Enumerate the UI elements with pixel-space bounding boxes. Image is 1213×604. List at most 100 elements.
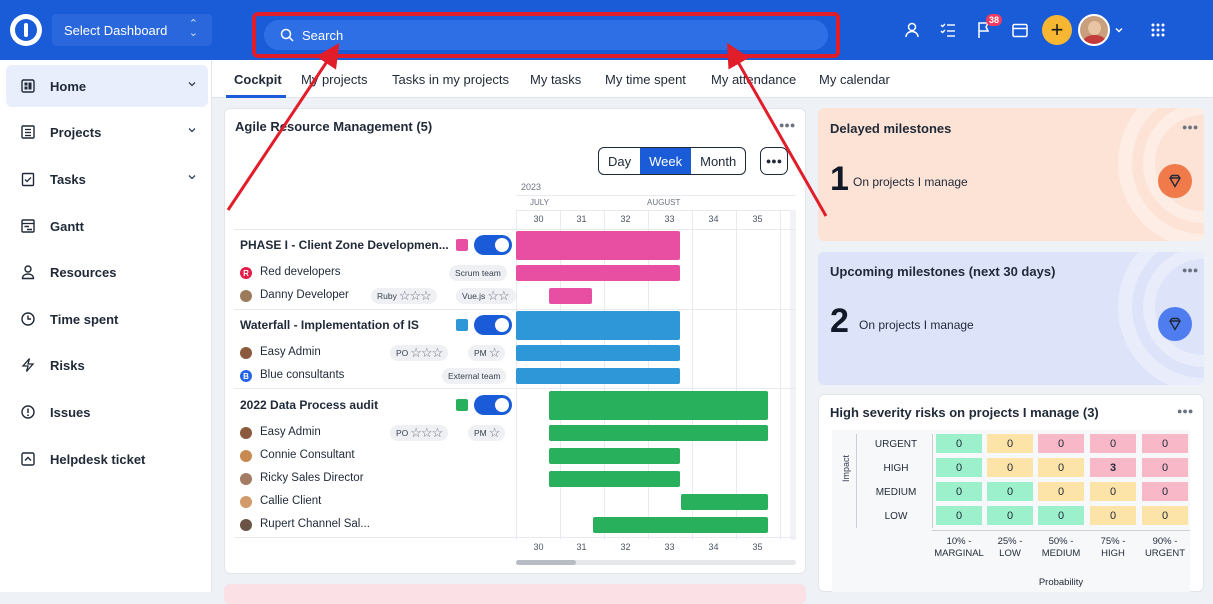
timeline-year: 2023 <box>521 182 542 192</box>
view-week-button[interactable]: Week <box>640 148 692 174</box>
risk-cell[interactable]: 0 <box>1038 458 1084 477</box>
resources-icon <box>21 265 35 280</box>
search-input[interactable]: Search <box>264 20 828 50</box>
avatar[interactable] <box>1078 14 1110 46</box>
tab-my-tasks[interactable]: My tasks <box>530 72 581 87</box>
risk-cell[interactable]: 0 <box>987 482 1033 501</box>
project-toggle[interactable] <box>474 235 512 255</box>
divider <box>932 434 933 528</box>
sidebar-item-home[interactable]: Home <box>6 65 208 107</box>
sidebar-item-tasks[interactable]: Tasks <box>6 158 208 200</box>
risk-cell[interactable]: 0 <box>1142 434 1188 453</box>
view-month-button[interactable]: Month <box>691 148 745 174</box>
resource-tag: Scrum team <box>449 265 507 281</box>
tab-cockpit[interactable]: Cockpit <box>234 72 282 87</box>
risk-cell[interactable]: 0 <box>1038 482 1084 501</box>
project-name[interactable]: Waterfall - Implementation of IS <box>240 318 455 332</box>
avatar <box>240 290 252 302</box>
card-menu-icon[interactable]: ●●● <box>1182 122 1198 132</box>
calendar-icon[interactable] <box>1004 14 1036 46</box>
risk-cell[interactable]: 0 <box>1142 482 1188 501</box>
sidebar-item-risks[interactable]: Risks <box>6 344 208 386</box>
gantt-bar[interactable] <box>516 368 680 384</box>
project-toggle[interactable] <box>474 315 512 335</box>
avatar <box>240 450 252 462</box>
flag-icon[interactable]: 38 <box>968 14 1003 46</box>
add-button[interactable]: + <box>1042 15 1072 45</box>
sidebar-item-label: Issues <box>50 404 91 420</box>
gantt-bar[interactable] <box>549 448 680 464</box>
project-name[interactable]: 2022 Data Process audit <box>240 398 455 412</box>
apps-grid-icon[interactable] <box>1142 14 1174 46</box>
tab-my-calendar[interactable]: My calendar <box>819 72 890 87</box>
risk-cell[interactable]: 0 <box>1038 506 1084 525</box>
gantt-bar[interactable] <box>681 494 768 510</box>
risk-cell[interactable]: 0 <box>1142 506 1188 525</box>
risk-cell[interactable]: 0 <box>1090 506 1136 525</box>
project-toggle[interactable] <box>474 395 512 415</box>
view-day-button[interactable]: Day <box>599 148 640 174</box>
chevron-down-icon[interactable] <box>1110 14 1128 46</box>
risk-cell[interactable]: 0 <box>936 458 982 477</box>
sidebar-item-helpdesk-ticket[interactable]: Helpdesk ticket <box>6 438 208 480</box>
card-menu-icon[interactable]: ●●● <box>1177 406 1193 416</box>
project-color-swatch <box>456 399 468 411</box>
tab-my-time-spent[interactable]: My time spent <box>605 72 686 87</box>
impact-level: HIGH <box>883 463 909 474</box>
resource-tag: Ruby ☆☆☆ <box>371 288 437 304</box>
delayed-count: 1 <box>830 160 849 198</box>
risk-cell[interactable]: 0 <box>987 458 1033 477</box>
tab-my-projects[interactable]: My projects <box>301 72 367 87</box>
risk-cell[interactable]: 0 <box>936 506 982 525</box>
sidebar-item-resources[interactable]: Resources <box>6 251 208 293</box>
risk-cell[interactable]: 0 <box>936 482 982 501</box>
card-menu-icon[interactable]: ●●● <box>779 120 795 130</box>
user-icon[interactable] <box>896 14 928 46</box>
project-name[interactable]: PHASE I - Client Zone Developmen... <box>240 238 455 252</box>
sidebar-item-projects[interactable]: Projects <box>6 111 208 153</box>
sidebar-item-issues[interactable]: Issues <box>6 391 208 433</box>
gantt-bar[interactable] <box>549 288 592 304</box>
gantt-bar[interactable] <box>516 265 680 281</box>
team-avatar: B <box>240 370 252 382</box>
clock-icon <box>21 312 35 326</box>
dashboard-select[interactable]: Select Dashboard ⌃ ⌄ <box>52 14 212 46</box>
more-options-button[interactable]: ●●● <box>760 147 788 175</box>
probability-axis-label: Probability <box>1038 577 1084 588</box>
gantt-bar[interactable] <box>549 425 768 441</box>
week-label: 31 <box>576 542 587 552</box>
app-logo-icon[interactable] <box>10 14 42 46</box>
risk-cell[interactable]: 3 <box>1090 458 1136 477</box>
scrollbar-thumb[interactable] <box>516 560 576 565</box>
tag-label: External team <box>448 371 501 381</box>
grid-line <box>736 210 737 540</box>
risk-cell[interactable]: 0 <box>987 434 1033 453</box>
tab-my-attendance[interactable]: My attendance <box>711 72 796 87</box>
tab-tasks-in-my-projects[interactable]: Tasks in my projects <box>392 72 509 87</box>
risk-cell[interactable]: 0 <box>1090 482 1136 501</box>
sidebar-item-time-spent[interactable]: Time spent <box>6 298 208 340</box>
week-label: 32 <box>620 542 631 552</box>
risk-cell[interactable]: 0 <box>1142 458 1188 477</box>
checklist-icon[interactable] <box>932 14 964 46</box>
chevron-updown-icon: ⌃ ⌄ <box>188 18 198 39</box>
resource-name: Callie Client <box>260 495 322 507</box>
risk-cell[interactable]: 0 <box>1090 434 1136 453</box>
week-label: 32 <box>620 214 631 224</box>
risk-cell[interactable]: 0 <box>987 506 1033 525</box>
card-menu-icon[interactable]: ●●● <box>1182 265 1198 275</box>
gantt-bar[interactable] <box>516 231 680 260</box>
sidebar-item-gantt[interactable]: Gantt <box>6 205 208 247</box>
gantt-bar[interactable] <box>516 311 680 340</box>
gantt-bar[interactable] <box>593 517 768 533</box>
week-label: 30 <box>533 542 544 552</box>
gantt-bar[interactable] <box>516 345 680 361</box>
impact-level: MEDIUM <box>875 487 917 498</box>
gantt-bar[interactable] <box>549 471 680 487</box>
project-color-swatch <box>456 239 468 251</box>
gantt-bar[interactable] <box>549 391 768 420</box>
vertical-scrollbar[interactable] <box>790 210 796 540</box>
risk-cell[interactable]: 0 <box>936 434 982 453</box>
risk-cell[interactable]: 0 <box>1038 434 1084 453</box>
divider <box>516 210 796 211</box>
